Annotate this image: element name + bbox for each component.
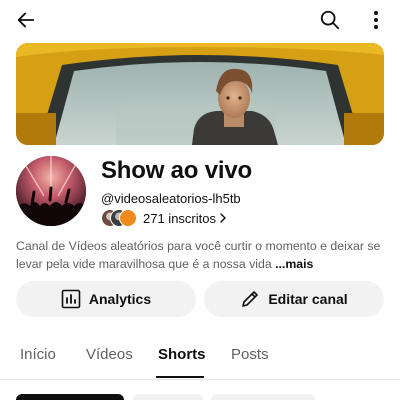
channel-page: Show ao vivo @videosaleatorios-lh5tb 271… — [0, 0, 400, 400]
banner-image — [16, 43, 384, 145]
channel-banner[interactable] — [16, 43, 384, 145]
chevron-right-icon — [219, 213, 227, 223]
channel-avatar[interactable] — [16, 156, 86, 226]
analytics-label: Analytics — [88, 291, 152, 307]
pencil-icon — [240, 289, 260, 309]
description-more-link[interactable]: ...mais — [275, 257, 313, 271]
top-app-bar — [0, 0, 400, 40]
edit-channel-label: Editar canal — [268, 291, 348, 307]
analytics-button[interactable]: Analytics — [16, 281, 196, 317]
tab-inicio[interactable]: Início — [20, 346, 56, 363]
tab-videos[interactable]: Vídeos — [86, 346, 133, 363]
filter-chip[interactable] — [133, 394, 203, 400]
more-options-button[interactable] — [360, 2, 392, 38]
arrow-left-icon — [17, 12, 35, 28]
channel-handle: @videosaleatorios-lh5tb — [101, 191, 241, 206]
more-vertical-icon — [374, 11, 378, 29]
analytics-icon — [61, 289, 81, 309]
tabs-divider — [0, 379, 400, 380]
search-button[interactable] — [312, 2, 348, 38]
tab-shorts[interactable]: Shorts — [158, 346, 206, 363]
back-button[interactable] — [8, 2, 44, 38]
active-tab-indicator — [156, 376, 204, 378]
search-icon — [320, 10, 340, 30]
subscribers-row[interactable]: 271 inscritos — [101, 208, 227, 228]
subscriber-count: 271 inscritos — [143, 210, 216, 226]
channel-tabs: Início Vídeos Shorts Posts — [0, 336, 400, 380]
description-text: Canal de Vídeos aleatórios para você cur… — [16, 239, 381, 271]
concert-crowd-image — [16, 156, 86, 226]
filter-chip-selected[interactable] — [16, 394, 124, 400]
tab-posts[interactable]: Posts — [231, 346, 269, 363]
channel-description[interactable]: Canal de Vídeos aleatórios para você cur… — [16, 237, 386, 273]
subscriber-avatar — [119, 209, 137, 227]
filter-chip[interactable] — [211, 394, 315, 400]
subscriber-avatars — [101, 209, 137, 227]
edit-channel-button[interactable]: Editar canal — [204, 281, 384, 317]
channel-name: Show ao vivo — [101, 157, 252, 184]
